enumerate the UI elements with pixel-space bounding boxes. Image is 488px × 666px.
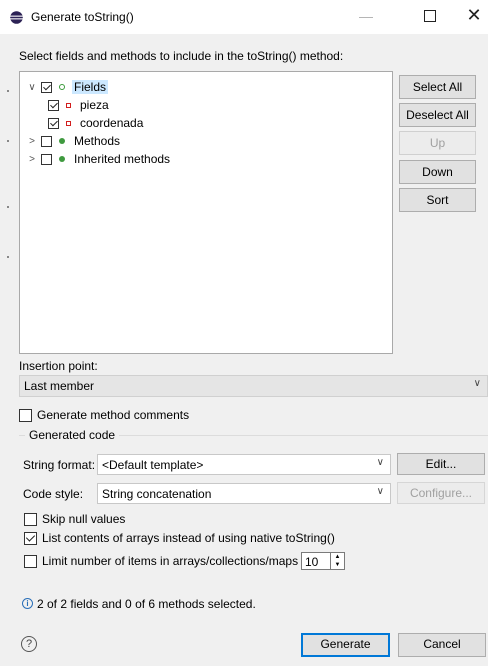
status-message: 2 of 2 fields and 0 of 6 methods selecte… <box>37 597 256 611</box>
down-button[interactable]: Down <box>399 160 476 184</box>
skip-null-option[interactable]: Skip null values <box>24 512 125 526</box>
window-title: Generate toString() <box>31 10 134 24</box>
limit-items-value[interactable]: 10 <box>305 555 318 569</box>
string-format-label: String format: <box>23 458 96 472</box>
eclipse-icon <box>10 11 23 24</box>
tree-item-label: coordenada <box>80 116 144 130</box>
method-icon <box>59 156 65 162</box>
sort-button[interactable]: Sort <box>399 188 476 212</box>
edge-mark <box>7 256 9 258</box>
cancel-button[interactable]: Cancel <box>398 633 486 657</box>
limit-items-checkbox[interactable] <box>24 554 37 568</box>
deselect-all-button[interactable]: Deselect All <box>399 103 476 127</box>
edge-mark <box>7 140 9 142</box>
skip-null-checkbox[interactable] <box>24 512 37 526</box>
chevron-down-icon: ∨ <box>473 378 481 389</box>
string-format-select[interactable]: <Default template> ∨ <box>97 454 391 475</box>
insertion-point-select[interactable]: Last member ∨ <box>19 375 488 397</box>
limit-items-option[interactable]: Limit number of items in arrays/collecti… <box>24 554 311 568</box>
chevron-right-icon[interactable]: > <box>27 136 37 147</box>
maximize-button[interactable] <box>424 10 436 22</box>
tree-item-fields[interactable]: ∨ Fields <box>27 78 109 96</box>
skip-null-label: Skip null values <box>42 512 126 526</box>
inherited-methods-checkbox[interactable] <box>41 153 52 165</box>
members-tree[interactable]: ∨ Fields pieza coordenada > Methods > In… <box>19 71 393 354</box>
generate-comments-option[interactable]: Generate method comments <box>19 408 189 422</box>
private-field-icon <box>66 102 71 108</box>
configure-button[interactable]: Configure... <box>397 482 485 504</box>
instruction-label: Select fields and methods to include in … <box>19 49 344 63</box>
tree-item-pieza[interactable]: pieza <box>44 96 111 114</box>
limit-items-label: Limit number of items in arrays/collecti… <box>42 554 312 568</box>
insertion-point-value: Last member <box>24 379 95 393</box>
generated-code-legend: Generated code <box>25 428 120 442</box>
tree-item-label: Fields <box>72 80 109 94</box>
coordenada-checkbox[interactable] <box>48 117 59 129</box>
insertion-point-label: Insertion point: <box>19 359 98 373</box>
limit-items-spinner[interactable]: 10 ▲ ▼ <box>301 552 345 570</box>
tree-item-coordenada[interactable]: coordenada <box>44 114 145 132</box>
field-group-icon <box>59 84 65 90</box>
tree-item-inherited-methods[interactable]: > Inherited methods <box>27 150 172 168</box>
chevron-right-icon[interactable]: > <box>27 154 37 165</box>
edit-button[interactable]: Edit... <box>397 453 485 475</box>
code-style-value: String concatenation <box>102 487 212 501</box>
tree-item-label: Methods <box>74 134 121 148</box>
list-contents-label: List contents of arrays instead of using… <box>42 531 335 545</box>
code-style-label: Code style: <box>23 487 84 501</box>
private-field-icon <box>66 120 71 126</box>
pieza-checkbox[interactable] <box>48 99 59 111</box>
edge-mark <box>7 90 9 92</box>
spinner-arrows[interactable]: ▲ ▼ <box>330 553 344 569</box>
list-contents-checkbox[interactable] <box>24 531 37 545</box>
chevron-down-icon: ∨ <box>376 486 384 497</box>
tree-item-label: pieza <box>80 98 109 112</box>
list-contents-option[interactable]: List contents of arrays instead of using… <box>24 531 335 545</box>
close-button[interactable]: ✕ <box>464 5 484 25</box>
tree-item-methods[interactable]: > Methods <box>27 132 122 150</box>
method-icon <box>59 138 65 144</box>
help-icon[interactable]: ? <box>21 636 37 652</box>
fields-checkbox[interactable] <box>41 81 52 93</box>
generate-comments-checkbox[interactable] <box>19 408 32 422</box>
info-icon: i <box>22 598 33 609</box>
chevron-down-icon: ∨ <box>376 457 384 468</box>
up-button[interactable]: Up <box>399 131 476 155</box>
methods-checkbox[interactable] <box>41 135 52 147</box>
tree-item-label: Inherited methods <box>74 152 171 166</box>
string-format-value: <Default template> <box>102 458 204 472</box>
code-style-select[interactable]: String concatenation ∨ <box>97 483 391 504</box>
spin-down-icon[interactable]: ▼ <box>331 561 344 569</box>
select-all-button[interactable]: Select All <box>399 75 476 99</box>
minimize-button[interactable]: — <box>356 9 376 24</box>
chevron-down-icon[interactable]: ∨ <box>27 82 37 93</box>
generate-comments-label: Generate method comments <box>37 408 190 422</box>
title-bar: Generate toString() — ✕ <box>0 0 488 34</box>
generate-button[interactable]: Generate <box>301 633 390 657</box>
edge-mark <box>7 206 9 208</box>
spin-up-icon[interactable]: ▲ <box>331 553 344 561</box>
